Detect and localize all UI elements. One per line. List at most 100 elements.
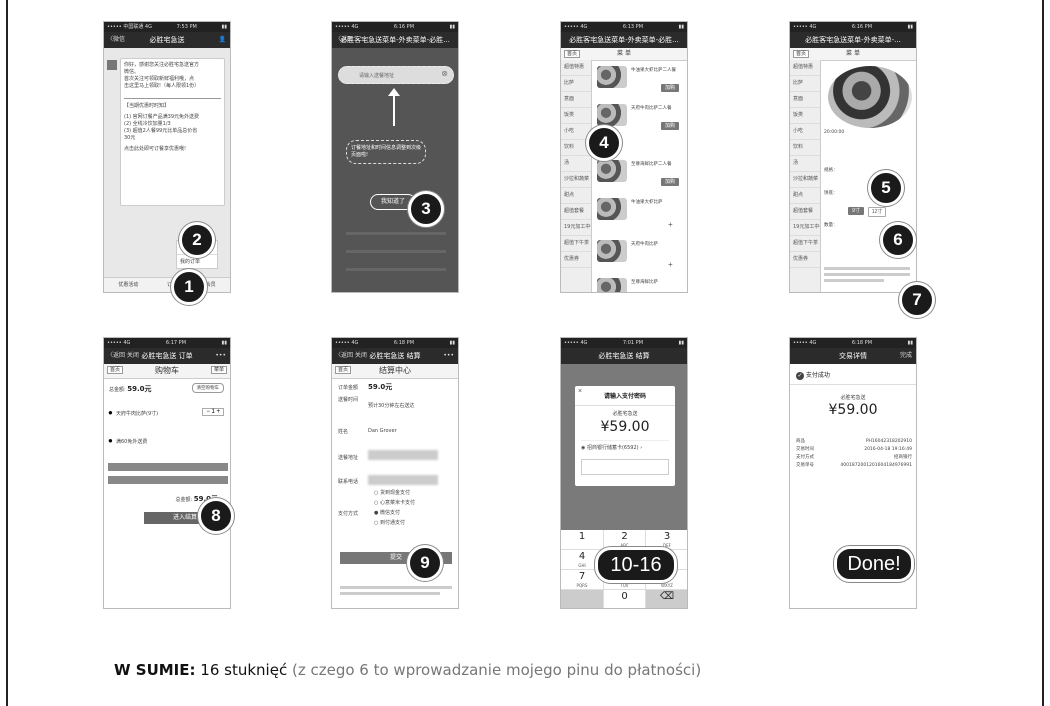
step-badge-8: 8 <box>198 498 234 534</box>
home-button[interactable]: 首页 <box>564 50 581 58</box>
category-item[interactable]: 沙拉和蔬菜 <box>561 172 591 188</box>
screen-menu-list: ••••• 4G 6:13 PM ▮▮ 必胜客宅急送菜单-外卖菜单-必胜... 首页… <box>560 21 688 293</box>
step-badge-2: 2 <box>179 222 215 258</box>
tab-promotions[interactable]: 优惠活动 <box>118 278 138 292</box>
screen-wechat-chat: ••••• 中国联通 4G 7:53 PM ▮▮ 〈微信 必胜宅急送 👤 你好，感谢… <box>103 21 231 293</box>
address-field[interactable] <box>368 450 438 460</box>
category-item[interactable]: 甜点 <box>561 188 591 204</box>
nav-bar: 〈微信 必胜宅急送 👤 <box>104 32 230 48</box>
product-name: 至尊海鲜比萨 <box>631 280 658 285</box>
category-item[interactable]: 汤 <box>561 156 591 172</box>
screen-menu-tip: ••••• 4G 6:16 PM ▮▮ 〈返回 必胜客宅急送菜单-外卖菜单-必胜..… <box>331 21 459 293</box>
category-sidebar: 超值特惠 比萨 意面 饭类 小吃 饮料 汤 沙拉和蔬菜 甜点 超值套餐 19元加… <box>790 60 821 292</box>
pay-option[interactable]: ○ 货到现金支付 <box>374 488 415 498</box>
product-name: 至尊海鲜比萨二人餐 <box>631 162 672 167</box>
step-badge-4: 4 <box>586 125 622 161</box>
summary-count: 16 stuknięć <box>200 661 288 679</box>
bottom-menu: 优惠活动 订餐 会员 <box>104 277 230 292</box>
address-field[interactable]: 请输入送餐地址 ⊗ <box>338 66 454 84</box>
food-image <box>597 278 627 292</box>
food-image <box>597 240 627 262</box>
key-0[interactable]: 0 <box>604 590 646 608</box>
home-button[interactable]: 首页 <box>793 50 810 58</box>
add-button[interactable]: 加购 <box>661 122 679 130</box>
add-button[interactable]: 加购 <box>661 178 679 186</box>
quantity-stepper[interactable]: − 1 + <box>202 408 224 416</box>
step-badge-9: 9 <box>407 545 443 581</box>
product-name: 牛油果大虾比萨 <box>631 200 663 205</box>
clear-cart-button[interactable]: 清空购物车 <box>191 383 224 393</box>
close-icon[interactable]: ⊗ <box>441 69 448 78</box>
success-status: ✓ 支付成功 <box>796 372 830 380</box>
plus-icon[interactable]: + <box>668 220 673 229</box>
nav-title: 必胜宅急送 <box>149 36 185 44</box>
category-item[interactable]: 比萨 <box>561 76 591 92</box>
page-title: 结算中心 <box>379 366 411 375</box>
dialog-title: 请输入支付密码 <box>603 393 646 400</box>
status-bar: ••••• 中国联通 4G 7:53 PM ▮▮ <box>104 22 230 32</box>
payment-amount: ¥59.00 <box>600 419 650 435</box>
check-icon: ✓ <box>796 372 804 380</box>
key-blank <box>561 590 604 608</box>
backspace-icon[interactable]: ⌫ <box>646 590 687 608</box>
size-9-button[interactable]: 9寸 <box>848 207 864 215</box>
size-12-button[interactable]: 12寸 <box>868 207 886 217</box>
summary-caption: W SUMIE: 16 stuknięć (z czego 6 to wprow… <box>114 661 701 679</box>
cart-item: 天府牛肉比萨(9寸) <box>116 411 159 417</box>
avatar <box>107 60 117 70</box>
step-badge-6: 6 <box>880 222 916 258</box>
food-image <box>597 66 627 88</box>
pizza-image <box>828 66 912 128</box>
summary-note: (z czego 6 to wprowadzanie mojego pinu d… <box>291 661 702 679</box>
category-item[interactable]: 超值下午茶 <box>561 236 591 252</box>
close-icon[interactable]: × <box>578 388 582 395</box>
tip-text: 订餐地址和时间信息调整到次级页面啦! <box>346 140 426 164</box>
payment-options: ○ 货到现金支付 ○ 心意菜米卡支付 ● 微信支付 ○ 到付通支付 <box>374 488 415 528</box>
page-title: 购物车 <box>155 366 179 375</box>
back-button[interactable]: 〈微信 <box>107 32 125 48</box>
nav-bar: 〈返回 必胜客宅急送菜单-外卖菜单-必胜... <box>332 32 458 48</box>
product-name: 天府牛肉比萨二人餐 <box>631 106 672 111</box>
name-field[interactable]: Dan Grover <box>368 428 397 434</box>
category-item[interactable]: 饭类 <box>561 108 591 124</box>
phone-field[interactable] <box>368 475 438 485</box>
message-bubble[interactable]: 你好，感谢您关注必胜宅急送官方 微信。 首次关注可领取新鲜福利哦，点 击这里马上… <box>120 58 225 206</box>
category-sidebar: 超值特惠 比萨 意面 饭类 小吃 饮料 汤 沙拉和蔬菜 甜点 超值套餐 19元加… <box>561 60 592 292</box>
card-selector[interactable]: ◉ 招商银行储蓄卡(6592) › <box>581 440 669 451</box>
pay-option[interactable]: ○ 心意菜米卡支付 <box>374 498 415 508</box>
order-total: 59.0元 <box>368 383 393 391</box>
done-badge: Done! <box>834 546 914 582</box>
pay-option[interactable]: ● 微信支付 <box>374 508 415 518</box>
cart-item: 满60免外送费 <box>116 439 148 445</box>
step-badge-5: 5 <box>868 170 904 206</box>
step-badge-10-16: 10-16 <box>595 547 677 583</box>
food-image <box>597 104 627 126</box>
add-button[interactable]: 加购 <box>661 84 679 92</box>
home-button[interactable]: 首页 <box>107 366 124 374</box>
done-link[interactable]: 完成 <box>900 348 912 364</box>
category-item[interactable]: 超值特惠 <box>561 60 591 76</box>
category-item[interactable]: 优惠券 <box>561 252 591 268</box>
category-item[interactable]: 意面 <box>561 92 591 108</box>
transaction-details: 商品 PH16042318202910 交易时间 2016-04-18 19:16:… <box>796 439 912 468</box>
profile-icon[interactable]: 👤 <box>219 32 226 48</box>
pin-input[interactable] <box>581 459 669 475</box>
paid-amount: ¥59.00 <box>828 402 878 418</box>
category-item[interactable]: 19元加工中午套餐 <box>561 220 591 236</box>
product-name: 天府牛肉比萨 <box>631 242 658 247</box>
arrow-up-icon <box>393 92 395 126</box>
plus-icon[interactable]: + <box>668 260 673 269</box>
category-item[interactable]: 超值套餐 <box>561 204 591 220</box>
pay-option[interactable]: ○ 到付通支付 <box>374 518 415 528</box>
summary-label: W SUMIE: <box>114 661 196 679</box>
pin-dialog: × 请输入支付密码 必胜宅急送 ¥59.00 ◉ 招商银行储蓄卡(6592) › <box>575 386 675 486</box>
step-badge-3: 3 <box>408 191 444 227</box>
step-badge-1: 1 <box>171 269 207 305</box>
home-button[interactable]: 首页 <box>335 366 352 374</box>
tab-member[interactable]: 会员 <box>206 278 216 292</box>
product-name: 牛油果大虾比萨二人餐 <box>631 68 676 73</box>
food-image <box>597 160 627 182</box>
cart-total: 59.0元 <box>127 385 152 393</box>
key-1[interactable]: 1 <box>561 530 604 550</box>
menu-button[interactable]: 菜单 <box>210 366 227 374</box>
